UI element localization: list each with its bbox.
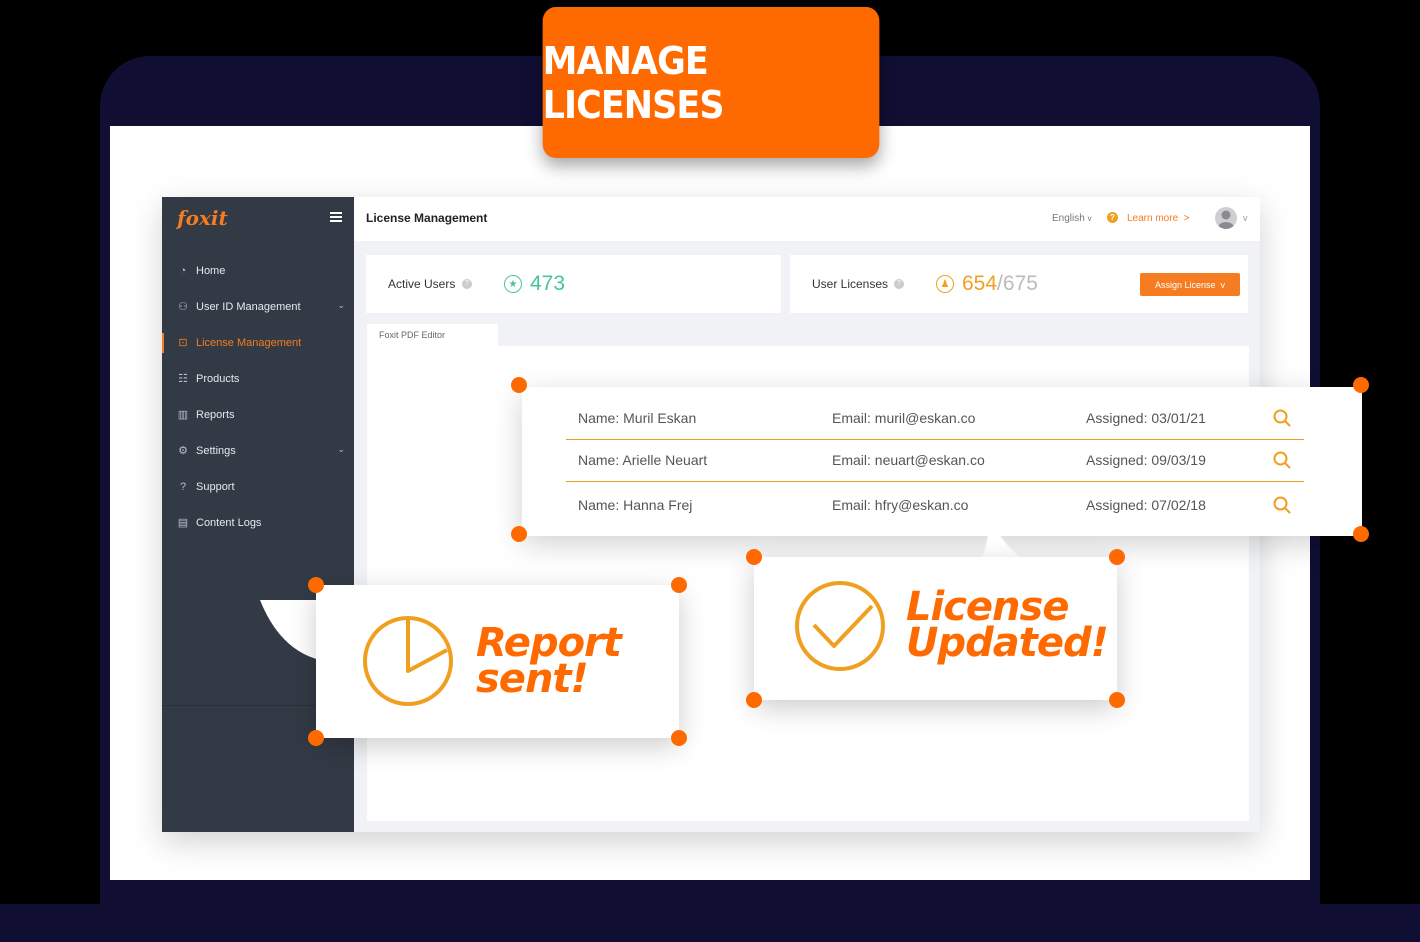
cast-icon: ⊡: [178, 337, 188, 349]
language-label: English: [1052, 213, 1085, 224]
resize-handle[interactable]: [1353, 526, 1369, 542]
sidebar-item-home[interactable]: ◔ Home: [162, 253, 354, 289]
chevron-down-icon: ⌄: [337, 300, 345, 310]
user-assigned: Assigned: 03/01/21: [1086, 410, 1206, 426]
sidebar-item-content-logs[interactable]: ▤ Content Logs: [162, 505, 354, 541]
chevron-down-icon: ⌄: [337, 444, 345, 454]
report-sent-callout: Report sent!: [316, 585, 679, 738]
user-email: Email: hfry@eskan.co: [832, 497, 969, 513]
chevron-down-icon[interactable]: v: [1243, 213, 1248, 223]
sidebar-item-label: Home: [196, 265, 226, 277]
resize-handle[interactable]: [1109, 549, 1125, 565]
report-line2: sent!: [476, 656, 589, 702]
star-icon: ★: [504, 275, 522, 293]
sidebar-item-reports[interactable]: ▥ Reports: [162, 397, 354, 433]
resize-handle[interactable]: [746, 549, 762, 565]
licenses-used: 654: [962, 272, 998, 295]
user-badge-icon: ♟: [936, 275, 954, 293]
question-icon: ?: [179, 481, 187, 493]
chevron-right-icon: >: [1183, 213, 1190, 224]
users-icon: ⚇: [178, 301, 188, 313]
license-line2: Updated!: [906, 620, 1109, 666]
hamburger-menu-icon[interactable]: [330, 212, 342, 224]
clipboard-icon: ▤: [177, 517, 189, 529]
foxit-logo[interactable]: foxit: [177, 206, 228, 230]
pie-chart-icon: [363, 616, 453, 706]
licenses-count: 654/675: [962, 272, 1038, 296]
table-row[interactable]: Name: Muril Eskan Email: muril@eskan.co As…: [566, 397, 1304, 440]
sidebar-item-user-id-management[interactable]: ⚇ User ID Management ⌄: [162, 289, 354, 325]
gear-icon: ⚙: [178, 445, 188, 457]
sidebar-item-license-management[interactable]: ⊡ License Management: [162, 325, 354, 361]
resize-handle[interactable]: [1109, 692, 1125, 708]
sidebar-item-support[interactable]: ? Support: [162, 469, 354, 505]
sidebar-item-label: User ID Management: [196, 301, 301, 313]
info-icon[interactable]: ?: [894, 279, 904, 289]
tab-foxit-pdf-editor[interactable]: Foxit PDF Editor: [367, 324, 498, 346]
user-assigned: Assigned: 09/03/19: [1086, 452, 1206, 468]
sidebar-item-settings[interactable]: ⚙ Settings ⌄: [162, 433, 354, 469]
help-icon[interactable]: ?: [1107, 212, 1118, 223]
avatar[interactable]: [1215, 207, 1237, 229]
search-icon[interactable]: [1273, 451, 1291, 472]
user-licenses-label: User Licenses: [812, 277, 889, 291]
license-updated-callout: License Updated!: [754, 557, 1117, 700]
sidebar-item-label: Products: [196, 373, 240, 385]
page-title: License Management: [366, 211, 488, 225]
table-row[interactable]: Name: Hanna Frej Email: hfry@eskan.co Assi…: [566, 484, 1304, 526]
user-assignment-popup: Name: Muril Eskan Email: muril@eskan.co As…: [522, 387, 1362, 536]
table-row[interactable]: Name: Arielle Neuart Email: neuart@eskan.…: [566, 439, 1304, 482]
assign-license-label: Assign License: [1154, 279, 1216, 290]
resize-handle[interactable]: [1353, 377, 1369, 393]
user-name: Name: Arielle Neuart: [578, 452, 708, 468]
sidebar-nav: ◔ Home ⚇ User ID Management ⌄ ⊡ License Manage…: [162, 253, 354, 541]
resize-handle[interactable]: [671, 730, 687, 746]
active-users-value: 473: [530, 272, 566, 295]
sidebar-item-label: Reports: [196, 409, 235, 421]
sidebar-item-label: Content Logs: [196, 517, 262, 529]
user-assigned: Assigned: 07/02/18: [1086, 497, 1206, 513]
manage-licenses-banner: MANAGE LICENSES: [542, 7, 880, 158]
license-updated-text: License Updated!: [906, 587, 1109, 666]
resize-handle[interactable]: [671, 577, 687, 593]
user-licenses-card: User Licenses ? ♟ 654/675 Assign License…: [790, 255, 1248, 313]
search-icon[interactable]: [1273, 409, 1291, 430]
sidebar-item-label: Settings: [196, 445, 236, 457]
resize-handle[interactable]: [308, 577, 324, 593]
sidebar-item-label: License Management: [196, 337, 302, 349]
top-bar: License Management English v ? Learn mor…: [354, 197, 1260, 241]
user-email: Email: neuart@eskan.co: [832, 452, 985, 468]
resize-handle[interactable]: [308, 730, 324, 746]
language-selector[interactable]: English v: [1052, 213, 1092, 224]
sidebar-item-products[interactable]: ☷ Products: [162, 361, 354, 397]
report-bubble-tail: [260, 600, 320, 660]
resize-handle[interactable]: [511, 377, 527, 393]
license-bubble-tail: [980, 514, 1025, 560]
licenses-total: 675: [1002, 272, 1038, 295]
report-sent-text: Report sent!: [476, 623, 622, 702]
chart-icon: ▥: [177, 409, 189, 421]
search-icon[interactable]: [1273, 496, 1291, 517]
user-name: Name: Muril Eskan: [578, 410, 697, 426]
list-icon: ☷: [178, 373, 188, 385]
info-icon[interactable]: ?: [462, 279, 472, 289]
active-users-card: Active Users ? ★ 473: [366, 255, 781, 313]
resize-handle[interactable]: [511, 526, 527, 542]
checkmark-circle-icon: [795, 581, 885, 671]
chevron-down-icon: v: [1087, 214, 1092, 223]
laptop-base: [0, 904, 1420, 942]
user-name: Name: Hanna Frej: [578, 497, 693, 513]
chevron-down-icon: v: [1220, 279, 1226, 290]
sidebar-item-label: Support: [196, 481, 235, 493]
learn-more-link[interactable]: Learn more >: [1127, 213, 1190, 224]
learn-more-label: Learn more: [1127, 213, 1179, 224]
resize-handle[interactable]: [746, 692, 762, 708]
user-email: Email: muril@eskan.co: [832, 410, 976, 426]
assign-license-button[interactable]: Assign License v: [1140, 273, 1240, 296]
dashboard-icon: ◔: [179, 265, 187, 277]
active-users-label: Active Users: [388, 277, 456, 291]
